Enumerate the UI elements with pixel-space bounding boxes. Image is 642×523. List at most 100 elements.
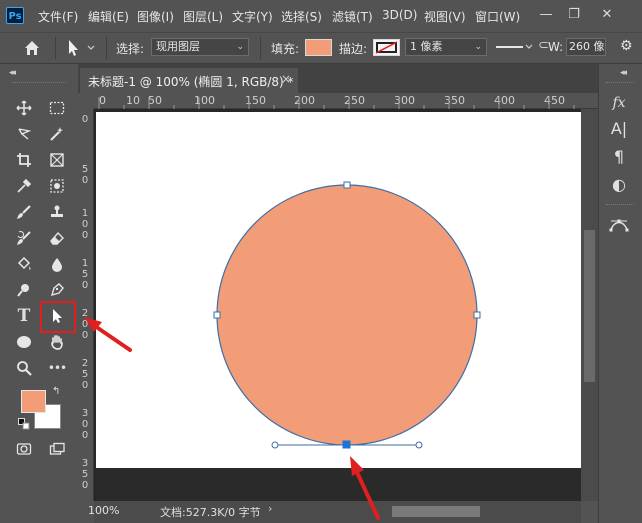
separator [106, 37, 107, 59]
more-tools-icon[interactable]: ••• [46, 357, 68, 379]
select-value: 现用图层 [156, 40, 200, 53]
paragraph-panel-icon[interactable]: ¶ [607, 146, 631, 168]
chevron-down-icon: ⌄ [236, 42, 244, 52]
minimize-button[interactable]: — [535, 6, 557, 24]
ruler-label: 0 [81, 280, 89, 291]
frame-tool-icon[interactable] [46, 149, 68, 171]
fill-swatch[interactable] [305, 39, 332, 56]
zoom-tool-icon[interactable] [13, 357, 35, 379]
ellipse-tool-icon[interactable] [13, 331, 35, 353]
separator [260, 37, 261, 59]
restore-button[interactable]: ❐ [563, 6, 585, 24]
anchor-point-bottom-selected [342, 440, 351, 449]
ruler-label: 0 [81, 430, 89, 441]
ruler-label-left-150: 150 [80, 258, 90, 291]
menu-3d[interactable]: 3D(D) [382, 8, 417, 22]
path-selection-tool-icon[interactable] [46, 305, 68, 327]
dodge-tool-icon[interactable] [13, 279, 35, 301]
crop-tool-icon[interactable] [13, 149, 35, 171]
blur-tool-icon[interactable] [46, 253, 68, 275]
menu-type[interactable]: 文字(Y) [232, 8, 273, 25]
menu-view[interactable]: 视图(V) [424, 8, 466, 25]
ruler-label-left-100: 100 [80, 208, 90, 241]
eyedropper-icon[interactable] [13, 175, 35, 197]
anchor-point-right [473, 311, 481, 319]
character-panel-icon[interactable]: A| [607, 118, 631, 140]
object-selection-icon[interactable] [46, 175, 68, 197]
default-colors-icon[interactable] [18, 418, 30, 430]
ruler-ticks-top [98, 97, 575, 109]
ruler-label: 5 [81, 369, 89, 380]
ruler-label: 3 [81, 408, 89, 419]
bezier-handle-left [271, 441, 279, 449]
home-icon[interactable] [22, 39, 42, 57]
expand-panels-icon[interactable]: ◂◂ [620, 68, 627, 78]
pasteboard-lower [96, 468, 581, 501]
anchor-point-left [213, 311, 221, 319]
menu-layer[interactable]: 图层(L) [183, 8, 223, 25]
document-tab-title: 未标题-1 @ 100% (椭圆 1, RGB/8) * [88, 75, 294, 89]
menu-select[interactable]: 选择(S) [281, 8, 322, 25]
width-field[interactable]: 260 像 [566, 38, 606, 56]
ruler-label-left-50: 50 [80, 164, 90, 186]
collapse-panel-icon[interactable]: ◂◂ [9, 68, 16, 78]
menu-file[interactable]: 文件(F) [38, 8, 78, 25]
ellipse-shape [216, 184, 478, 446]
adjustments-panel-icon[interactable]: ◐ [607, 174, 631, 196]
screen-mode-icon[interactable] [46, 438, 68, 460]
eraser-tool-icon[interactable] [46, 227, 68, 249]
marquee-tool-icon[interactable] [46, 97, 68, 119]
zoom-level[interactable]: 100% [88, 504, 119, 517]
stamp-tool-icon[interactable] [46, 201, 68, 223]
stroke-width-field[interactable]: 1 像素 ⌄ [405, 38, 487, 56]
menu-filter[interactable]: 滤镜(T) [332, 8, 373, 25]
menu-image[interactable]: 图像(I) [137, 8, 174, 25]
ruler-corner [78, 93, 94, 109]
select-dropdown[interactable]: 现用图层 ⌄ [151, 38, 249, 56]
quick-mask-icon[interactable] [13, 438, 35, 460]
type-tool-icon[interactable]: T [13, 305, 35, 327]
ruler-label-left-0: 0 [80, 114, 90, 125]
ruler-label: 5 [81, 269, 89, 280]
ruler-label: 1 [81, 258, 89, 269]
lasso-tool-icon[interactable] [13, 123, 35, 145]
close-tab-icon[interactable]: × [281, 72, 291, 86]
document-info: 文档:527.3K/0 字节 [160, 506, 261, 519]
brush-tool-icon[interactable] [13, 201, 35, 223]
paths-panel-icon[interactable] [608, 214, 630, 236]
magic-wand-icon[interactable] [46, 123, 68, 145]
vertical-scroll-thumb[interactable] [584, 230, 595, 382]
stroke-swatch[interactable] [373, 39, 400, 56]
stroke-type-picker[interactable] [493, 38, 535, 56]
photoshop-logo[interactable]: Ps [6, 7, 24, 24]
ruler-label: 0 [81, 380, 89, 391]
anchor-point-top [343, 181, 351, 189]
fill-label: 填充: [271, 42, 300, 56]
swap-colors-icon[interactable]: ↰ [52, 386, 60, 397]
width-label: W: [548, 40, 564, 54]
ruler-label: 5 [81, 164, 89, 175]
paint-bucket-icon[interactable] [13, 253, 35, 275]
pen-tool-icon[interactable] [46, 279, 68, 301]
menu-edit[interactable]: 编辑(E) [88, 8, 129, 25]
ruler-label: 0 [81, 175, 89, 186]
close-window-button[interactable]: ✕ [596, 6, 618, 24]
panel-grip [606, 82, 634, 83]
annotation-arrow-anchor [350, 456, 380, 520]
ruler-label-left-300: 300 [80, 408, 90, 441]
foreground-color-swatch[interactable] [21, 390, 46, 413]
menu-window[interactable]: 窗口(W) [475, 8, 520, 25]
status-menu-icon[interactable]: › [268, 502, 272, 515]
tool-preset-picker[interactable] [64, 38, 98, 58]
chevron-down-icon: ⌄ [474, 42, 482, 52]
ellipse-layer[interactable] [96, 112, 581, 468]
gear-icon[interactable]: ⚙ [620, 38, 633, 54]
styles-panel-icon[interactable]: fx [607, 92, 631, 114]
width-value: 260 像 [569, 40, 605, 53]
history-brush-icon[interactable] [13, 227, 35, 249]
ruler-label: 0 [81, 114, 89, 125]
move-tool-icon[interactable] [13, 97, 35, 119]
ruler-label: 0 [81, 480, 89, 491]
horizontal-scroll-thumb[interactable] [392, 506, 480, 517]
hand-tool-icon[interactable] [46, 331, 68, 353]
